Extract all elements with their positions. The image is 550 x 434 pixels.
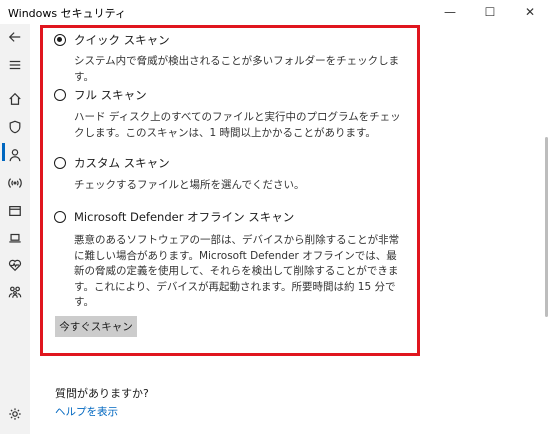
heart-pulse-icon[interactable] (6, 256, 24, 274)
active-indicator (2, 143, 5, 161)
maximize-button[interactable]: ☐ (470, 0, 510, 24)
help-link[interactable]: ヘルプを表示 (55, 404, 118, 419)
person-icon[interactable] (6, 146, 24, 164)
minimize-button[interactable]: — (430, 0, 470, 24)
shield-icon[interactable] (6, 118, 24, 136)
offline-scan-label: Microsoft Defender オフライン スキャン (74, 210, 295, 224)
title-bar: Windows セキュリティ — ☐ ✕ (0, 0, 550, 24)
main-content (30, 24, 550, 434)
menu-icon[interactable] (6, 56, 24, 74)
help-question: 質問がありますか? (55, 387, 149, 400)
custom-scan-description: チェックするファイルと場所を選んでください。 (74, 179, 305, 191)
custom-scan-radio[interactable] (54, 157, 66, 169)
full-scan-radio[interactable] (54, 89, 66, 101)
quick-scan-radio[interactable] (54, 34, 66, 46)
offline-scan-description: 悪意のあるソフトウェアの一部は、デバイスから削除することが非常に難しい場合があり… (74, 234, 400, 308)
window-controls: — ☐ ✕ (430, 0, 550, 24)
gear-icon[interactable] (6, 405, 24, 423)
quick-scan-label: クイック スキャン (74, 33, 170, 47)
laptop-icon[interactable] (6, 229, 24, 247)
browser-icon[interactable] (6, 202, 24, 220)
app-title: Windows セキュリティ (8, 7, 126, 20)
back-arrow-icon[interactable] (6, 28, 24, 46)
close-button[interactable]: ✕ (510, 0, 550, 24)
full-scan-description: ハード ディスク上のすべてのファイルと実行中のプログラムをチェックします。このス… (74, 111, 401, 139)
offline-scan-radio[interactable] (54, 211, 66, 223)
quick-scan-description: システム内で脅威が検出されることが多いフォルダーをチェックします。 (74, 55, 400, 83)
home-icon[interactable] (6, 90, 24, 108)
scan-now-button[interactable]: 今すぐスキャン (55, 316, 137, 337)
scrollbar[interactable] (545, 137, 548, 317)
sidebar-nav (0, 24, 30, 434)
custom-scan-label: カスタム スキャン (74, 156, 170, 170)
wireless-icon[interactable] (6, 174, 24, 192)
family-icon[interactable] (6, 283, 24, 301)
full-scan-label: フル スキャン (74, 88, 147, 102)
